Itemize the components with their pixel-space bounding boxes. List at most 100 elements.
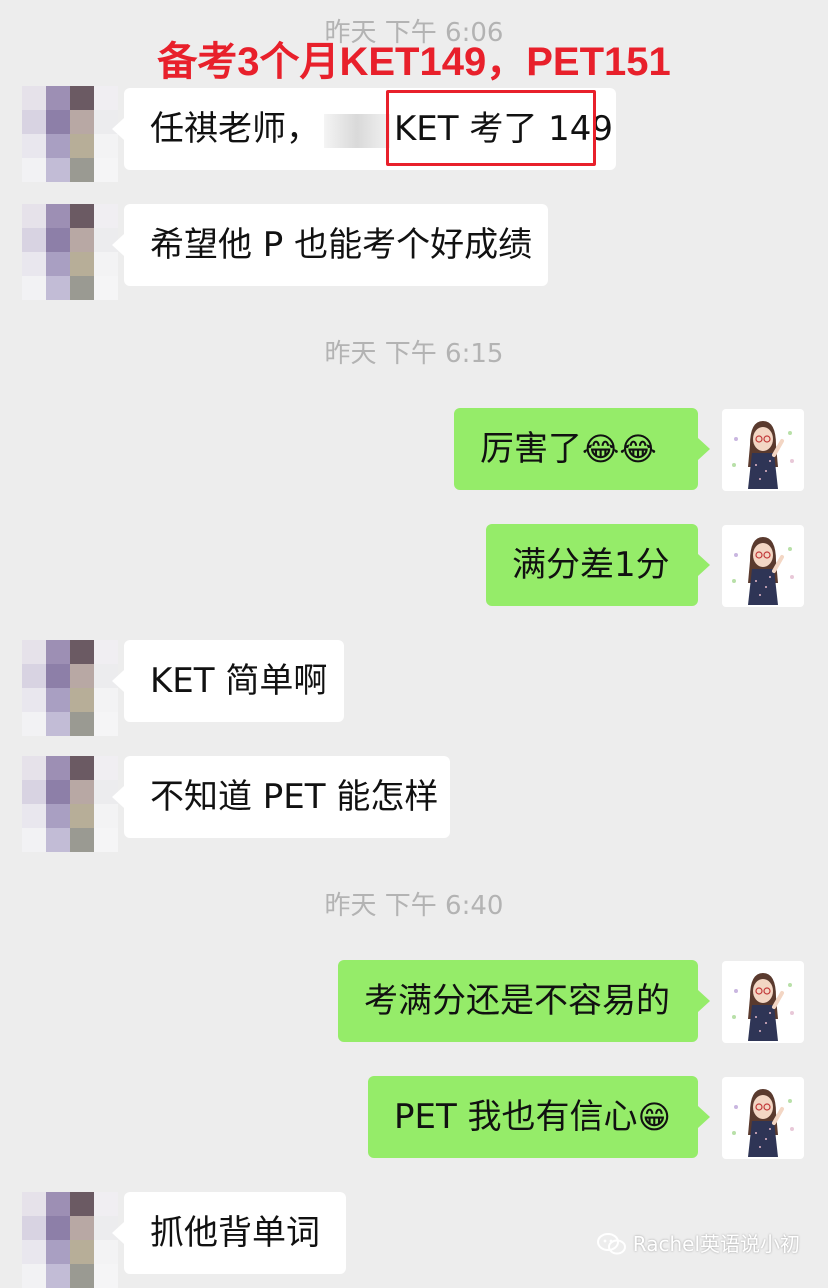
avatar-mosaic-cell <box>46 86 70 110</box>
message-text: 考满分还是不容易的 <box>364 981 670 1021</box>
message-bubble[interactable]: 不知道 PET 能怎样 <box>112 756 450 838</box>
avatar-mosaic-cell <box>70 134 94 158</box>
avatar[interactable] <box>722 525 804 607</box>
avatar-mosaic-cell <box>70 204 94 228</box>
message-bubble[interactable]: 厉害了😂😂 <box>454 408 710 490</box>
avatar-mosaic-cell <box>22 756 46 780</box>
watermark: Rachel英语说小初 <box>596 1230 800 1258</box>
avatar-mosaic-cell <box>22 1192 46 1216</box>
avatar-mosaic-cell <box>46 1240 70 1264</box>
avatar-mosaic-cell <box>70 110 94 134</box>
avatar-mosaic-cell <box>94 86 118 110</box>
avatar-mosaic-cell <box>46 780 70 804</box>
avatar-mosaic-cell <box>94 276 118 300</box>
avatar-mosaic-cell <box>22 780 46 804</box>
watermark-text: Rachel英语说小初 <box>632 1232 800 1256</box>
avatar-mosaic-cell <box>70 276 94 300</box>
avatar-mosaic-cell <box>70 228 94 252</box>
avatar[interactable] <box>722 961 804 1043</box>
avatar-mosaic-cell <box>22 252 46 276</box>
avatar-mosaic-cell <box>46 688 70 712</box>
avatar-mosaic-cell <box>94 158 118 182</box>
avatar-mosaic-cell <box>70 158 94 182</box>
avatar-mosaic-cell <box>70 86 94 110</box>
avatar-mosaic-cell <box>46 1216 70 1240</box>
avatar-mosaic-cell <box>70 828 94 852</box>
avatar-mosaic-cell <box>70 780 94 804</box>
avatar[interactable] <box>22 640 118 736</box>
wechat-icon <box>596 1233 626 1255</box>
avatar-mosaic-cell <box>94 828 118 852</box>
avatar-mosaic-cell <box>94 712 118 736</box>
avatar-mosaic-cell <box>22 688 46 712</box>
avatar-mosaic-cell <box>70 640 94 664</box>
avatar-mosaic-cell <box>94 756 118 780</box>
avatar-mosaic-cell <box>22 158 46 182</box>
avatar[interactable] <box>22 1192 118 1288</box>
message-text: KET 简单啊 <box>150 661 328 701</box>
avatar-mosaic-cell <box>22 1216 46 1240</box>
avatar-mosaic-cell <box>46 1192 70 1216</box>
avatar-mosaic-cell <box>46 110 70 134</box>
avatar-mosaic-cell <box>70 712 94 736</box>
avatar-mosaic-cell <box>70 1264 94 1288</box>
message-text: 厉害了 <box>480 429 582 469</box>
girl-illustration-icon <box>732 973 794 1041</box>
girl-illustration-icon <box>732 1089 794 1157</box>
timestamp: 昨天 下午 6:15 <box>324 339 504 369</box>
message-bubble[interactable]: 考满分还是不容易的 <box>338 960 710 1042</box>
avatar-mosaic-cell <box>94 1192 118 1216</box>
avatar-mosaic-cell <box>22 204 46 228</box>
avatar-mosaic-cell <box>46 640 70 664</box>
message-text: 希望他 P 也能考个好成绩 <box>150 225 533 265</box>
avatar-mosaic-cell <box>46 756 70 780</box>
avatar-mosaic-cell <box>46 252 70 276</box>
avatar[interactable] <box>22 756 118 852</box>
avatar-mosaic-cell <box>22 712 46 736</box>
message-bubble[interactable]: 希望他 P 也能考个好成绩 <box>112 204 548 286</box>
avatar-mosaic-cell <box>70 664 94 688</box>
avatar-mosaic-cell <box>70 804 94 828</box>
avatar-mosaic-cell <box>70 756 94 780</box>
girl-illustration-icon <box>732 537 794 605</box>
laugh-tears-emoji: 😂😂 <box>582 430 657 468</box>
avatar-mosaic-cell <box>70 688 94 712</box>
avatar[interactable] <box>22 86 118 182</box>
highlight-box <box>386 90 596 166</box>
avatar-mosaic-cell <box>22 134 46 158</box>
timestamp: 昨天 下午 6:06 <box>324 18 504 48</box>
avatar-mosaic-cell <box>22 1240 46 1264</box>
avatar-mosaic-cell <box>70 1216 94 1240</box>
avatar-mosaic-cell <box>22 276 46 300</box>
avatar-mosaic-cell <box>70 252 94 276</box>
message-bubble[interactable]: 满分差1分 <box>486 524 710 606</box>
avatar-mosaic-cell <box>94 640 118 664</box>
avatar[interactable] <box>722 1077 804 1159</box>
avatar-mosaic-cell <box>46 276 70 300</box>
avatar-mosaic-cell <box>22 664 46 688</box>
avatar[interactable] <box>22 204 118 300</box>
message-bubble[interactable]: 抓他背单词 <box>112 1192 346 1274</box>
message-text: 满分差1分 <box>512 545 670 585</box>
avatar-mosaic-cell <box>46 228 70 252</box>
girl-illustration-icon <box>732 421 794 489</box>
avatar-mosaic-cell <box>46 712 70 736</box>
avatar-mosaic-cell <box>46 804 70 828</box>
avatar-mosaic-cell <box>46 1264 70 1288</box>
message-bubble[interactable]: PET 我也有信心😁 <box>368 1076 710 1158</box>
avatar-mosaic-cell <box>94 1264 118 1288</box>
message-text: PET 我也有信心 <box>394 1097 638 1137</box>
avatar-mosaic-cell <box>22 640 46 664</box>
avatar-mosaic-cell <box>46 664 70 688</box>
avatar-mosaic-cell <box>22 1264 46 1288</box>
avatar-mosaic-cell <box>94 204 118 228</box>
avatar-mosaic-cell <box>22 828 46 852</box>
message-text: 抓他背单词 <box>150 1213 320 1253</box>
avatar-mosaic-cell <box>22 86 46 110</box>
avatar-mosaic-cell <box>70 1192 94 1216</box>
avatar-mosaic-cell <box>46 158 70 182</box>
avatar-mosaic-cell <box>70 1240 94 1264</box>
avatar[interactable] <box>722 409 804 491</box>
redacted-name <box>324 113 390 148</box>
message-bubble[interactable]: KET 简单啊 <box>112 640 344 722</box>
